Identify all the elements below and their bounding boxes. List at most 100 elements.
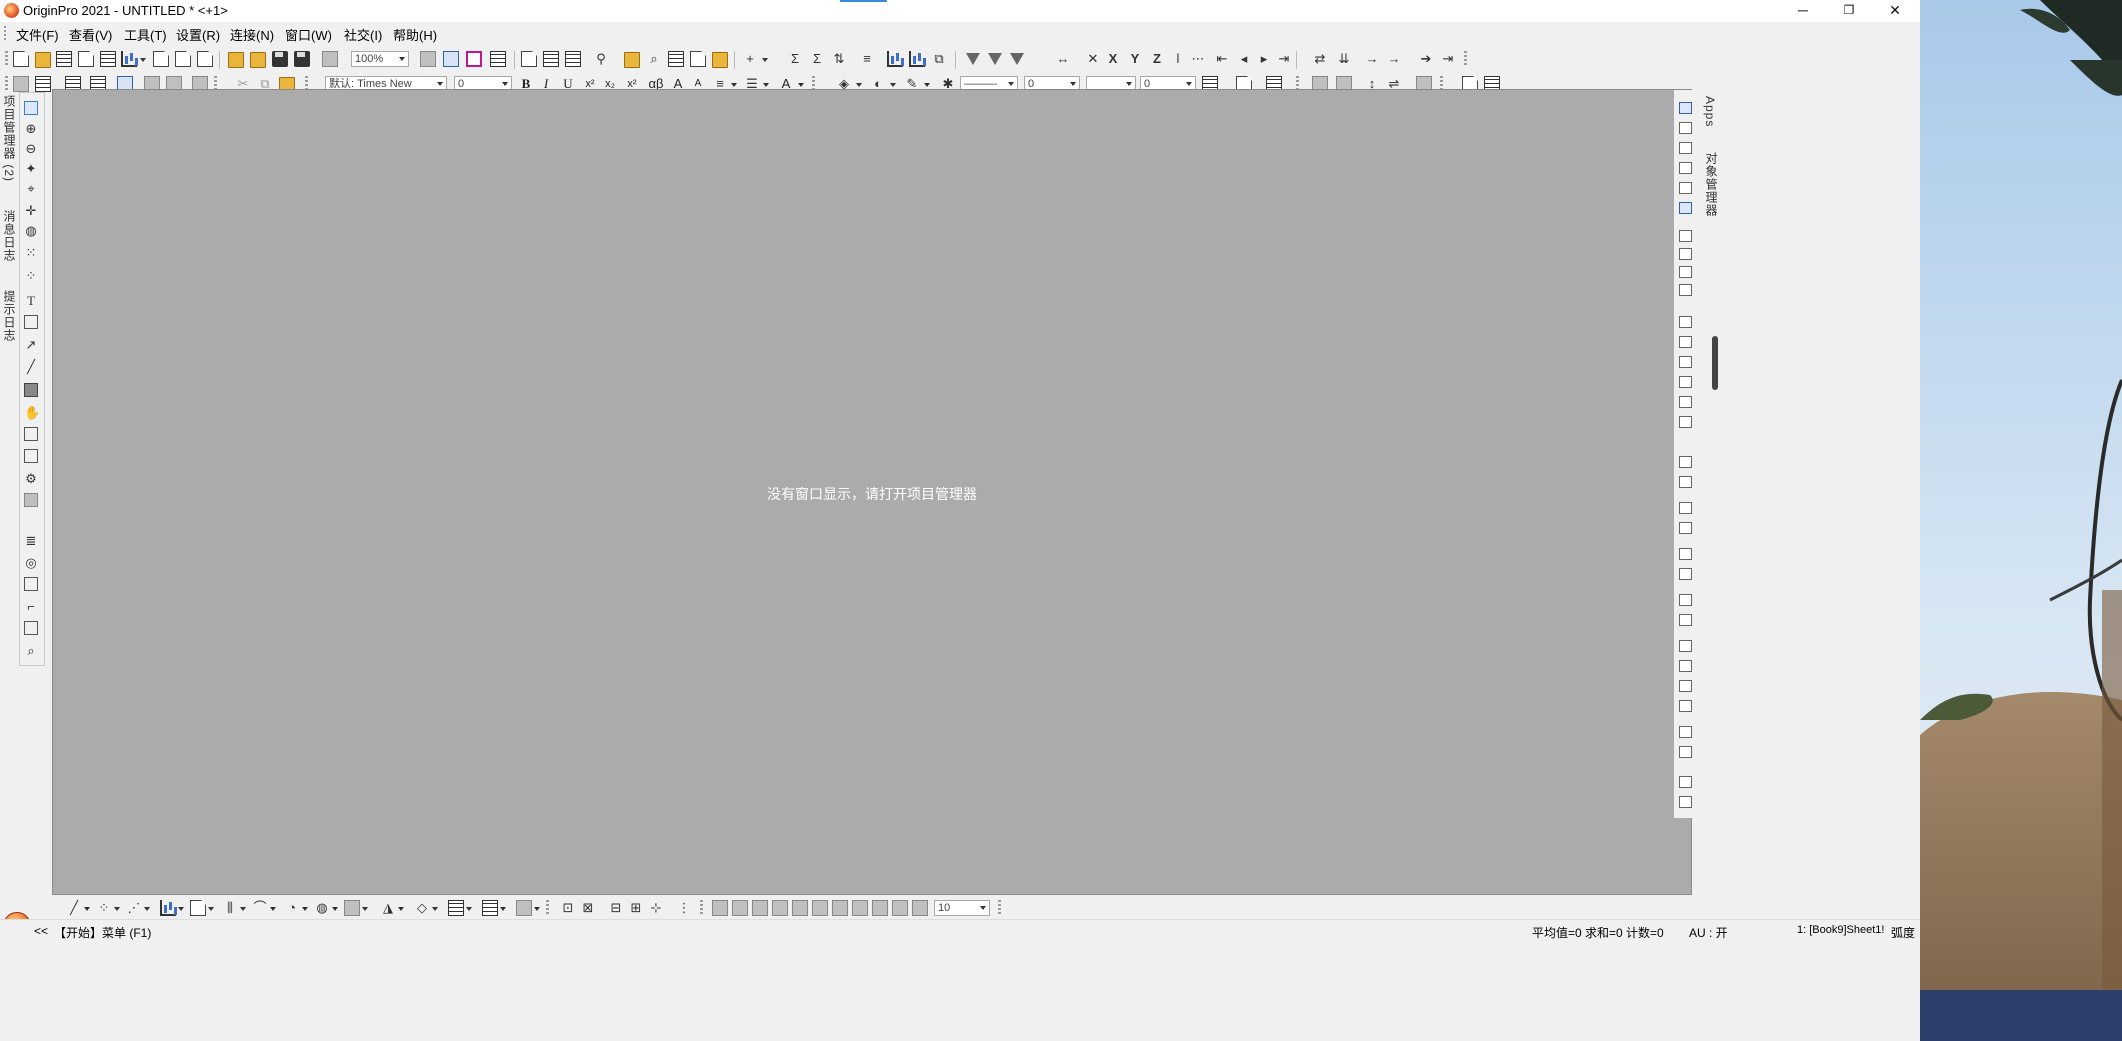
arrow-thick-icon[interactable]: ➔: [1418, 51, 1434, 67]
align-middle-icon[interactable]: [1679, 568, 1692, 580]
polar-plot-dropdown[interactable]: [332, 907, 338, 911]
align-center-icon[interactable]: [1679, 548, 1692, 560]
align-h-icon[interactable]: [852, 900, 868, 916]
template-dropdown[interactable]: [534, 907, 540, 911]
db-import-icon[interactable]: [35, 76, 51, 92]
new-layout-icon[interactable]: [175, 51, 191, 67]
merge-graph-icon[interactable]: ⊟: [608, 900, 624, 916]
error-bar-icon[interactable]: ǀ: [1170, 51, 1186, 67]
distribute-h-icon[interactable]: [1679, 594, 1692, 606]
scatter-plot-icon[interactable]: ⁘: [96, 900, 112, 916]
toolbar-grip[interactable]: [1464, 51, 1467, 67]
hand-tool-icon[interactable]: ✋: [24, 405, 40, 420]
arrow-tool-icon[interactable]: ↗: [24, 337, 38, 352]
bar-chart-icon[interactable]: [887, 51, 903, 67]
axis-icon[interactable]: [1679, 142, 1692, 154]
line-tool-icon[interactable]: ╱: [24, 359, 38, 374]
axis-scale-icon[interactable]: [1679, 162, 1692, 174]
statistics-plot-icon[interactable]: [482, 900, 498, 916]
sum-icon[interactable]: Σ: [787, 51, 803, 67]
paragraph-tool-icon[interactable]: ≣: [24, 533, 38, 548]
pattern-dropdown[interactable]: [890, 83, 896, 87]
toolbar-grip[interactable]: [546, 900, 549, 916]
extract-layer-icon[interactable]: ⊞: [628, 900, 644, 916]
surface-dropdown[interactable]: [432, 907, 438, 911]
menu-social[interactable]: 社交(I): [344, 25, 382, 44]
contour-plot-dropdown[interactable]: [270, 907, 276, 911]
toolbar-grip[interactable]: [998, 900, 1001, 916]
arrow-out-icon[interactable]: →: [1386, 51, 1402, 67]
ellipse-tool-icon[interactable]: [24, 427, 38, 441]
restore-button[interactable]: ❐: [1826, 0, 1872, 22]
frame-tool-icon[interactable]: [24, 621, 38, 635]
line-color-dropdown[interactable]: [924, 83, 930, 87]
sort-icon[interactable]: ⇅: [831, 51, 847, 67]
pie-plot-icon[interactable]: ◔: [284, 900, 300, 916]
frame-corner-icon[interactable]: [1679, 396, 1692, 408]
bottom-value-combo[interactable]: 10: [934, 900, 990, 916]
align-c-icon[interactable]: [752, 900, 768, 916]
recalculate-icon[interactable]: [322, 51, 338, 67]
frame-bottom-left-icon[interactable]: [1679, 316, 1692, 328]
data-reader-tool-icon[interactable]: ⌖: [24, 181, 38, 196]
open-template-icon[interactable]: [250, 52, 266, 68]
tab-object-manager[interactable]: 对象管理器: [1703, 152, 1720, 217]
align-dropdown[interactable]: [731, 83, 737, 87]
bracket-tool-icon[interactable]: ⌐: [24, 599, 38, 614]
open-icon[interactable]: [228, 52, 244, 68]
region-mask-tool-icon[interactable]: [24, 449, 38, 463]
graph-import-icon[interactable]: [13, 76, 29, 92]
zoom-in-tool-icon[interactable]: ⊕: [24, 121, 38, 136]
group-icon[interactable]: [1679, 726, 1692, 738]
zoom-combo[interactable]: 100%: [351, 51, 409, 67]
align-top-icon[interactable]: [1679, 456, 1692, 468]
3d-plot-icon[interactable]: [344, 900, 360, 916]
distribute-v-icon[interactable]: [1679, 614, 1692, 626]
table-tool-icon[interactable]: [24, 577, 38, 591]
minimize-button[interactable]: ─: [1780, 0, 1826, 22]
menu-view[interactable]: 查看(V): [69, 25, 112, 44]
font-color-dropdown[interactable]: [798, 83, 804, 87]
set-x-button[interactable]: X: [1105, 51, 1121, 67]
swap-icon[interactable]: ⇄: [1312, 51, 1328, 67]
statistics-icon[interactable]: Σ: [809, 51, 825, 67]
project-explorer-icon[interactable]: ⚲: [593, 51, 609, 67]
next-icon[interactable]: ▸: [1256, 51, 1272, 67]
tab-hints-log[interactable]: 提示日志: [1, 290, 18, 342]
filter-reapply-icon[interactable]: [1010, 53, 1024, 65]
last-icon[interactable]: ⇥: [1276, 51, 1292, 67]
save-project-icon[interactable]: [272, 51, 288, 67]
panel-1-icon[interactable]: [1679, 230, 1692, 242]
brush-tool-icon[interactable]: ⁙: [24, 245, 38, 260]
toolbar-grip[interactable]: [5, 76, 8, 92]
rescale-graph-icon[interactable]: ⊹: [648, 900, 664, 916]
frame-right-icon[interactable]: [1679, 376, 1692, 388]
layer-tool-icon[interactable]: [24, 493, 38, 507]
template-icon[interactable]: [516, 900, 532, 916]
polar-plot-icon[interactable]: ◍: [314, 900, 330, 916]
align-f-icon[interactable]: [812, 900, 828, 916]
frame-corner-2-icon[interactable]: [1679, 416, 1692, 428]
stack-icon[interactable]: ⧉: [931, 51, 947, 67]
menu-file[interactable]: 文件(F): [16, 25, 59, 44]
gear-tool-icon[interactable]: ⚙: [24, 471, 38, 486]
filter-icon[interactable]: [966, 53, 980, 65]
new-function-icon[interactable]: [153, 51, 169, 67]
status-au-mode[interactable]: AU : 开: [1689, 924, 1728, 941]
code-builder-icon[interactable]: [521, 51, 537, 67]
new-folder-icon[interactable]: [35, 52, 51, 68]
image-icon[interactable]: [690, 51, 706, 67]
area-plot-icon[interactable]: [190, 900, 206, 916]
frame-box-icon[interactable]: [1679, 356, 1692, 368]
panel-4-icon[interactable]: [1679, 284, 1692, 296]
command-window-icon[interactable]: [565, 51, 581, 67]
new-excel-icon[interactable]: [100, 51, 116, 67]
align-g-icon[interactable]: [832, 900, 848, 916]
graph-edit-icon[interactable]: [1679, 202, 1692, 214]
align-left-layers-icon[interactable]: [1679, 502, 1692, 514]
fit-icon[interactable]: ⊡: [560, 900, 576, 916]
surface-icon[interactable]: ◇: [414, 900, 430, 916]
toolbar-grip[interactable]: [5, 51, 8, 67]
heatmap-dropdown[interactable]: [466, 907, 472, 911]
frame-top-left-icon[interactable]: [1679, 336, 1692, 348]
